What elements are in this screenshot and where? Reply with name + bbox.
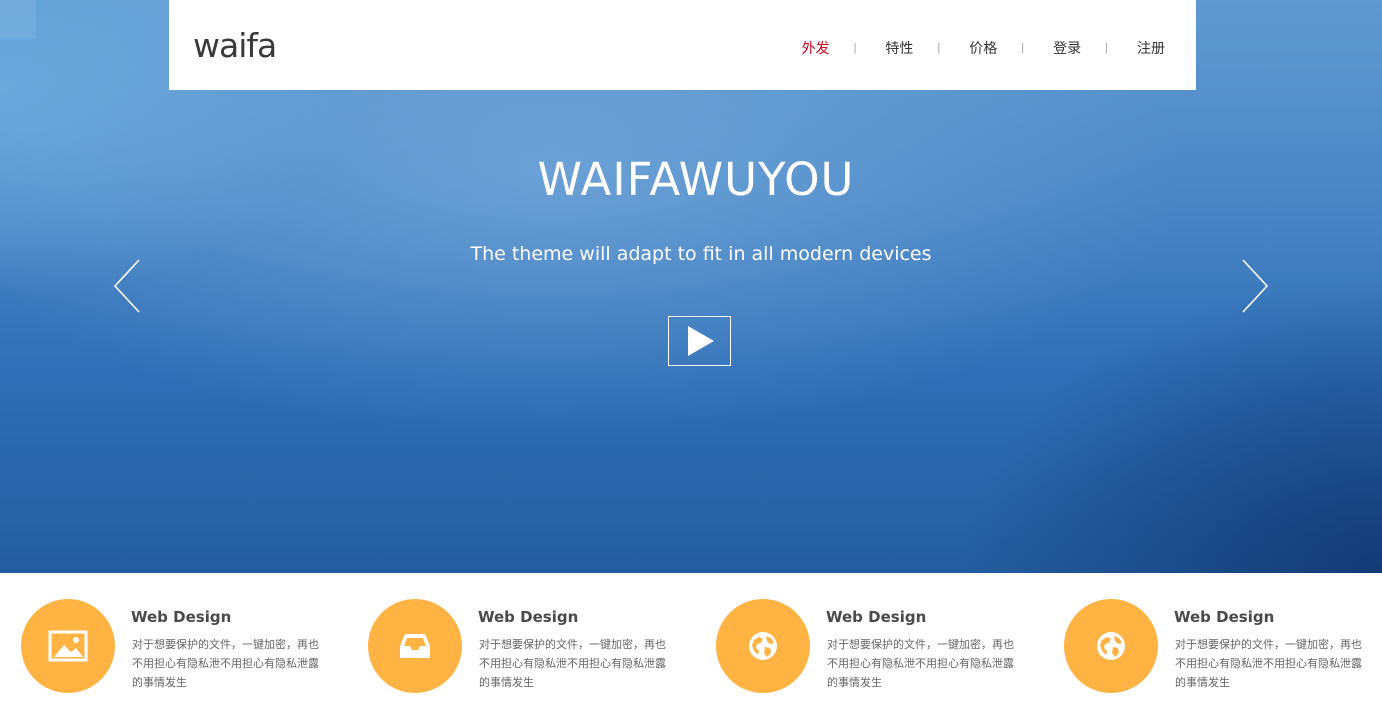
globe-icon: [749, 632, 777, 660]
feature-title: Web Design: [1174, 608, 1275, 626]
slider-prev-button[interactable]: [112, 258, 142, 314]
nav-item-register[interactable]: 注册: [1137, 36, 1165, 60]
logo[interactable]: waifa: [193, 26, 277, 66]
feature-icon-circle[interactable]: [1064, 599, 1158, 693]
feature-icon-circle[interactable]: [716, 599, 810, 693]
hero-banner: waifa 外发 | 特性 | 价格 | 登录 | 注册 WAIFAWUYOU …: [0, 0, 1382, 573]
feature-description: 对于想要保护的文件，一键加密，再也不用担心有隐私泄不用担心有隐私泄露的事情发生: [132, 639, 319, 689]
feature-description: 对于想要保护的文件，一键加密，再也不用担心有隐私泄不用担心有隐私泄露的事情发生: [827, 639, 1014, 689]
play-icon: [688, 326, 714, 356]
globe-icon: [1097, 632, 1125, 660]
nav-item-features[interactable]: 特性: [885, 36, 913, 60]
feature-card: Web Design 对于想要保护的文件，一键加密，再也不用担心有隐私泄不用担心…: [21, 599, 361, 699]
chevron-left-icon: [113, 259, 140, 313]
feature-description: 对于想要保护的文件，一键加密，再也不用担心有隐私泄不用担心有隐私泄露的事情发生: [479, 639, 666, 689]
feature-description: 对于想要保护的文件，一键加密，再也不用担心有隐私泄不用担心有隐私泄露的事情发生: [1175, 639, 1362, 689]
main-nav: 外发 | 特性 | 价格 | 登录 | 注册: [802, 36, 1165, 60]
feature-icon-circle[interactable]: [21, 599, 115, 693]
feature-card: Web Design 对于想要保护的文件，一键加密，再也不用担心有隐私泄不用担心…: [368, 599, 708, 699]
nav-separator: |: [1021, 42, 1025, 54]
feature-title: Web Design: [826, 608, 927, 626]
nav-separator: |: [853, 42, 857, 54]
feature-card: Web Design 对于想要保护的文件，一键加密，再也不用担心有隐私泄不用担心…: [716, 599, 1056, 699]
hero-title: WAIFAWUYOU: [537, 153, 855, 206]
nav-separator: |: [1105, 42, 1108, 54]
nav-item-waifa[interactable]: 外发: [802, 36, 830, 60]
nav-separator: |: [937, 42, 941, 54]
nav-item-login[interactable]: 登录: [1053, 36, 1081, 60]
feature-title: Web Design: [131, 608, 232, 626]
slider-next-button[interactable]: [1240, 258, 1270, 314]
top-bar: waifa 外发 | 特性 | 价格 | 登录 | 注册: [169, 0, 1196, 90]
hero-subtitle: The theme will adapt to fit in all moder…: [470, 243, 932, 265]
play-button[interactable]: [668, 316, 731, 366]
chevron-right-icon: [1242, 259, 1269, 313]
image-icon: [48, 630, 88, 662]
feature-section: Web Design 对于想要保护的文件，一键加密，再也不用担心有隐私泄不用担心…: [0, 573, 1382, 719]
feature-icon-circle[interactable]: [368, 599, 462, 693]
hero-corner-tile: [0, 0, 36, 38]
feature-title: Web Design: [478, 608, 579, 626]
feature-card: Web Design 对于想要保护的文件，一键加密，再也不用担心有隐私泄不用担心…: [1064, 599, 1382, 699]
nav-item-pricing[interactable]: 价格: [969, 36, 997, 60]
inbox-icon: [400, 634, 430, 658]
